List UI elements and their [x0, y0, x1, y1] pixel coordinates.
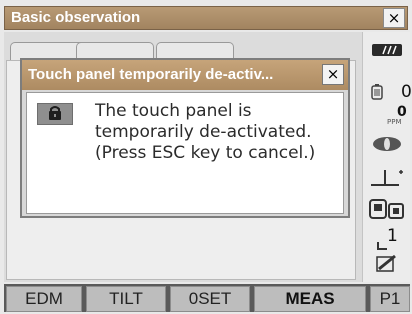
softkey-edm[interactable]: EDM — [6, 286, 82, 312]
dialog-body: The touch panel is temporarily de-activa… — [26, 92, 344, 214]
tilt-indicator — [363, 166, 411, 192]
signal-icon — [372, 44, 402, 56]
page-number: 1 — [387, 226, 398, 246]
softkey-meas[interactable]: MEAS — [254, 286, 366, 312]
softkey-tilt[interactable]: TILT — [86, 286, 166, 312]
prism-indicator — [363, 136, 411, 156]
battery-icon — [371, 84, 383, 100]
edit-pencil-icon — [376, 254, 396, 272]
softkey-bar: EDM TILT 0SET MEAS P1 — [4, 284, 410, 312]
window-close-button[interactable]: × — [383, 8, 405, 28]
status-column: 0 0 PPM 1 — [362, 32, 412, 282]
tilt-icon — [371, 170, 403, 186]
value-readout: 0 — [401, 82, 412, 102]
dialog-title: Touch panel temporarily de-activ... — [28, 66, 274, 83]
message-line-2: temporarily de-activated. — [95, 122, 312, 142]
softkey-page[interactable]: P1 — [370, 286, 410, 312]
app-window: Basic observation × 0 0 PPM 1 EDM TILT 0… — [0, 0, 412, 314]
dialog-message: The touch panel is temporarily de-activa… — [95, 101, 345, 164]
page-bracket-icon — [377, 242, 387, 250]
softkey-0set[interactable]: 0SET — [170, 286, 250, 312]
message-line-3: (Press ESC key to cancel.) — [95, 143, 316, 163]
input-mode-indicator — [363, 198, 411, 224]
input-mode-icon — [369, 199, 404, 219]
ppm-unit: PPM — [387, 118, 402, 126]
prism-icon — [373, 137, 401, 151]
edit-indicator — [363, 254, 411, 278]
dialog-close-button[interactable]: × — [322, 64, 344, 85]
title-bar: Basic observation × — [4, 6, 408, 30]
touch-panel-dialog: Touch panel temporarily de-activ... × Th… — [20, 58, 350, 218]
signal-indicator — [363, 42, 411, 61]
message-line-1: The touch panel is — [95, 101, 252, 121]
dialog-title-bar: Touch panel temporarily de-activ... × — [22, 60, 348, 90]
window-title: Basic observation — [11, 9, 141, 26]
lock-icon-box — [37, 103, 73, 125]
lock-icon — [49, 106, 61, 120]
